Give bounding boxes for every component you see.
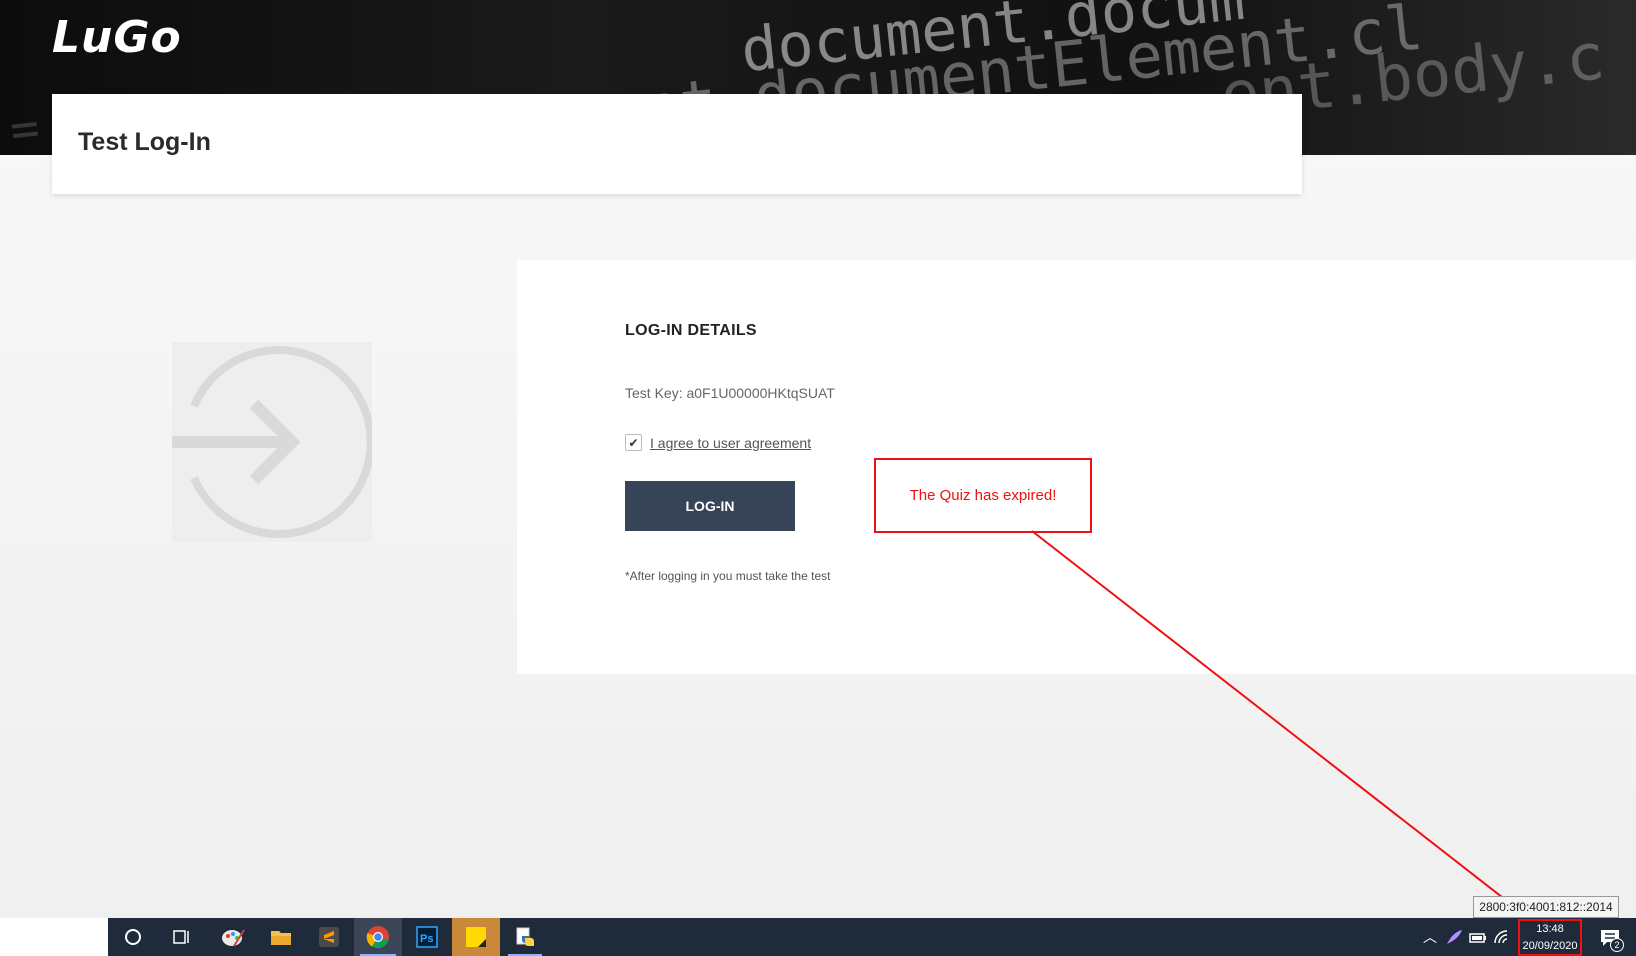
agreement-row: ✔ I agree to user agreement [625,434,811,451]
ip-address-tooltip: 2800:3f0:4001:812::2014 [1473,896,1619,918]
task-view-icon [173,930,189,944]
user-agreement-link[interactable]: I agree to user agreement [650,435,811,451]
show-hidden-icons-button[interactable]: ︿ [1420,928,1440,946]
feather-icon [1447,930,1462,944]
cortana-icon [125,929,141,945]
notification-count-badge: 2 [1610,938,1624,952]
sublime-text-icon [319,927,339,947]
chrome-button[interactable] [354,918,402,956]
paint-app-button[interactable] [210,918,256,956]
photoshop-button[interactable]: Ps [404,918,450,956]
login-details-heading: LOG-IN DETAILS [625,322,757,339]
login-note: *After logging in you must take the test [625,569,831,583]
taskbar-search-area[interactable] [0,918,108,956]
paint-icon [222,929,245,947]
battery-icon [1469,933,1486,943]
login-illustration [172,342,372,542]
windows-taskbar: Ps ︿ 13:48 20/09/2020 2 [0,918,1636,956]
file-explorer-button[interactable] [258,918,304,956]
python-icon [516,927,534,946]
login-arrow-circle-icon [172,346,372,538]
network-tray-button[interactable] [1492,928,1512,946]
test-key-text: Test Key: a0F1U00000HKtqSUAT [625,385,835,401]
taskbar-clock[interactable]: 13:48 20/09/2020 [1518,919,1582,956]
feather-tray-button[interactable] [1444,928,1464,946]
clock-date: 20/09/2020 [1522,939,1578,952]
expired-annotation-box: The Quiz has expired! [874,458,1092,533]
python-button[interactable] [502,918,548,956]
task-view-button[interactable] [158,918,204,956]
checkmark-icon: ✔ [628,435,639,450]
sticky-notes-icon [466,927,486,947]
site-logo[interactable]: LuGo [52,12,182,63]
chevron-up-icon: ︿ [1423,929,1437,945]
action-center-button[interactable]: 2 [1596,924,1624,952]
chrome-icon [366,926,389,949]
sticky-notes-button[interactable] [452,918,500,956]
wifi-icon [1494,930,1508,944]
agree-checkbox[interactable]: ✔ [625,434,642,451]
clock-time: 13:48 [1536,922,1564,935]
page-title: Test Log-In [78,128,211,156]
sublime-text-button[interactable] [306,918,352,956]
page-title-card: Test Log-In [52,94,1302,194]
cortana-button[interactable] [110,918,156,956]
file-explorer-icon [271,931,291,945]
expired-message: The Quiz has expired! [909,487,1057,504]
battery-tray-button[interactable] [1468,928,1488,946]
photoshop-icon: Ps [416,926,438,948]
ip-address-text: 2800:3f0:4001:812::2014 [1479,900,1613,914]
svg-text:Ps: Ps [420,933,433,945]
login-button[interactable]: LOG-IN [625,481,795,531]
